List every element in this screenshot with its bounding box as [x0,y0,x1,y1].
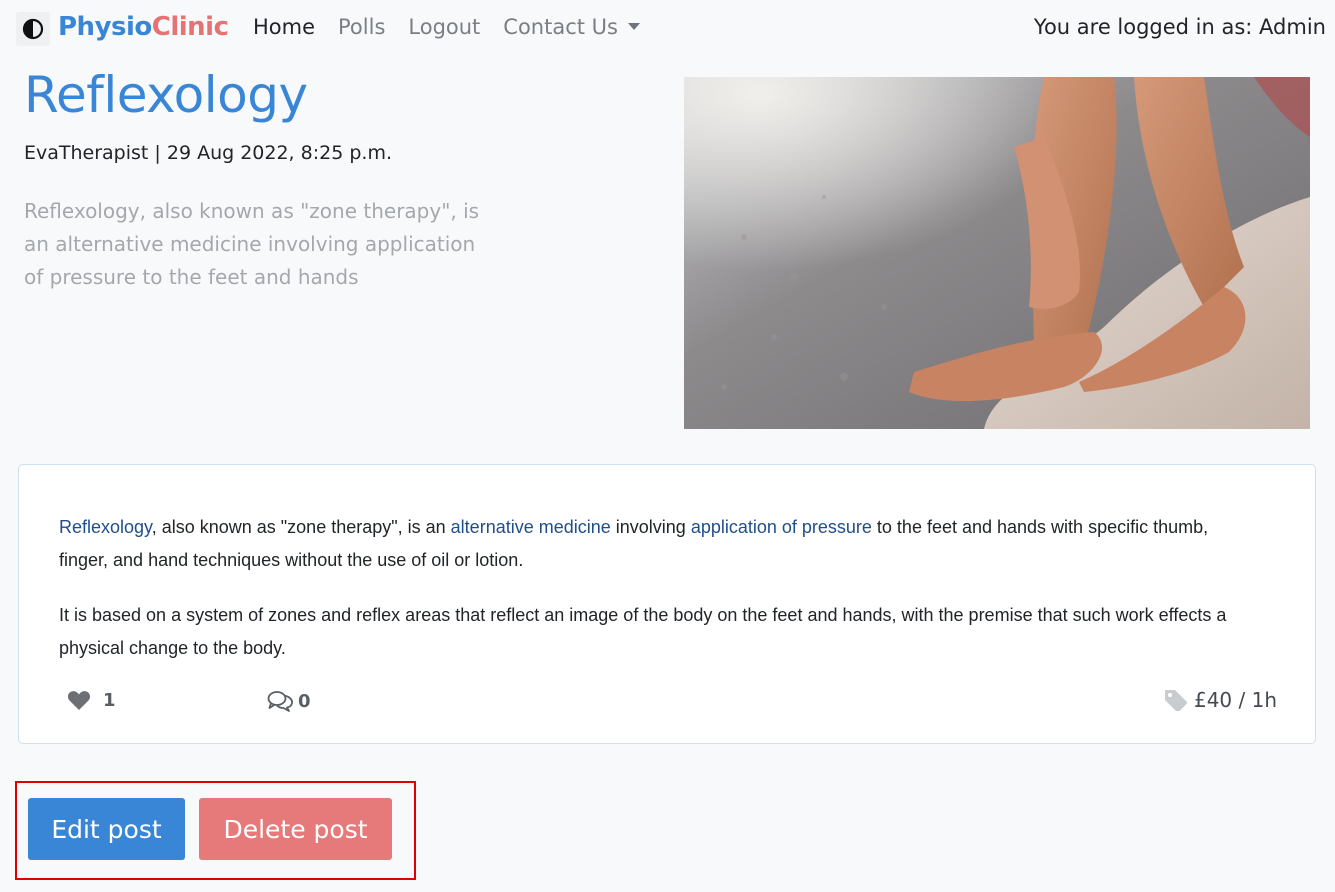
post-body: Reflexology, also known as "zone therapy… [59,511,1259,687]
likes[interactable]: 1 [67,690,116,711]
logged-in-status: You are logged in as: Admin [1033,15,1326,39]
price: £40 / 1h [1164,688,1277,712]
nav-link-logout[interactable]: Logout [408,15,480,39]
post-body-paragraph-2: It is based on a system of zones and ref… [59,605,1227,658]
nav-link-contact-label: Contact Us [503,15,618,39]
link-alternative-medicine[interactable]: alternative medicine [451,517,611,537]
post-title: Reflexology [24,66,308,124]
navbar: PhysioClinic Home Polls Logout Contact U… [0,0,1335,58]
brand-logo[interactable]: PhysioClinic [58,12,229,42]
edit-post-button[interactable]: Edit post [28,798,185,860]
tag-icon [1164,689,1188,711]
link-application-of-pressure[interactable]: application of pressure [691,517,872,537]
post-meta: EvaTherapist | 29 Aug 2022, 8:25 p.m. [24,142,392,164]
nav-link-contact-dropdown[interactable]: Contact Us [503,15,640,39]
price-label: £40 / 1h [1193,688,1277,712]
nav-link-home[interactable]: Home [253,15,315,39]
post-content-card: Reflexology, also known as "zone therapy… [18,464,1316,744]
likes-count: 1 [103,690,116,711]
delete-post-button[interactable]: Delete post [199,798,392,860]
brand-part-1: Physio [58,12,152,42]
post-image [684,77,1310,429]
post-excerpt: Reflexology, also known as "zone therapy… [24,199,480,289]
post-body-text-2: involving [610,517,691,537]
theme-toggle-button[interactable] [16,12,50,46]
nav-links: Home Polls Logout Contact Us [253,15,663,39]
chevron-down-icon [628,22,640,30]
comments-count: 0 [298,690,311,712]
comments[interactable]: 0 [267,690,311,712]
post-body-paragraph-1: Reflexology, also known as "zone therapy… [59,511,1259,577]
post-body-text-1: , also known as "zone therapy", is an [151,517,451,537]
comments-icon[interactable] [267,690,294,712]
heart-icon[interactable] [67,690,91,711]
nav-link-polls[interactable]: Polls [338,15,385,39]
link-reflexology[interactable]: Reflexology [59,517,152,537]
contrast-icon [22,18,44,40]
brand-part-2: Clinic [151,12,229,42]
